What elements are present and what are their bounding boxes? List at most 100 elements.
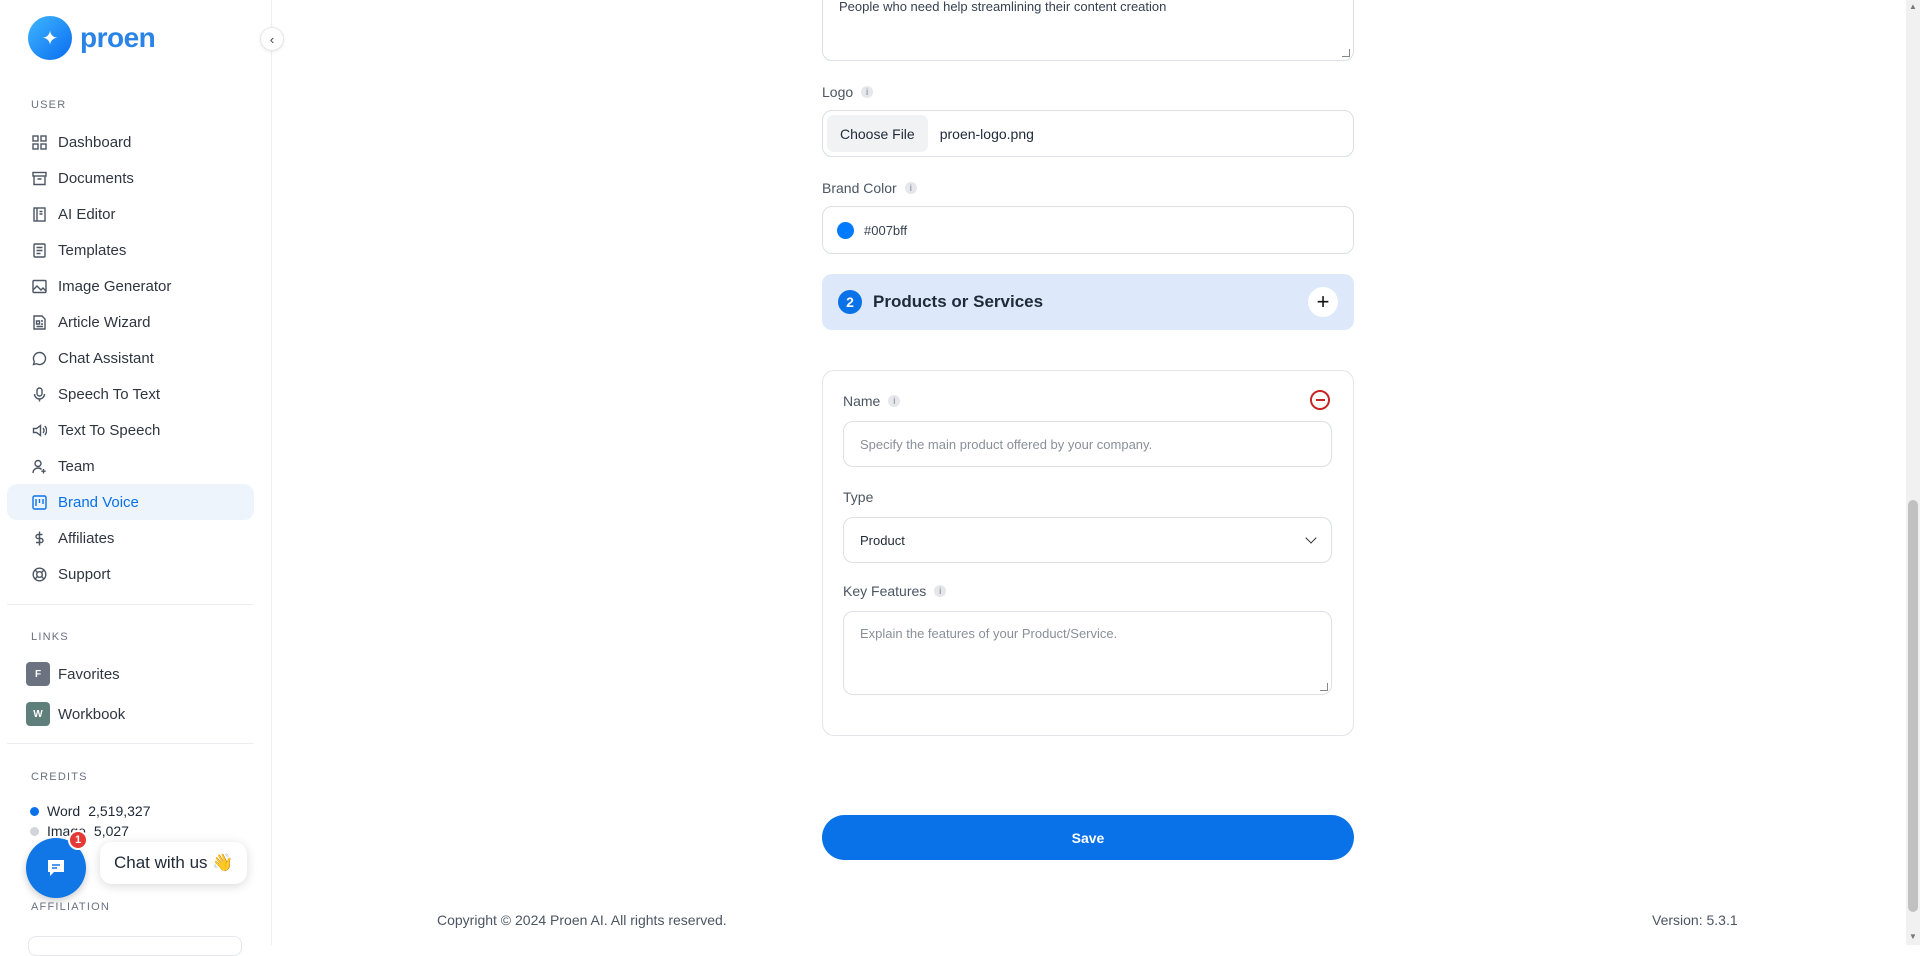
type-value: Product [860,532,905,548]
version: Version: 5.3.1 [1652,912,1738,928]
sidebar-item-label: Affiliates [58,529,115,547]
chat-prompt[interactable]: Chat with us 👋 [100,842,248,884]
chevron-down-icon [1305,532,1317,544]
affiliation-box [28,936,242,956]
sidebar-item-label: Chat Assistant [58,349,154,367]
resize-handle[interactable] [1342,49,1350,57]
plus-icon[interactable]: + [1308,287,1338,317]
info-icon[interactable]: i [904,182,917,194]
sidebar-item-label: Team [58,457,95,475]
user-plus-icon [31,458,48,475]
section-label-links: LINKS [31,631,69,643]
copyright: Copyright © 2024 Proen AI. All rights re… [437,912,727,928]
info-icon[interactable]: i [861,86,874,98]
product-card: Name i Specify the main product offered … [822,370,1354,736]
sidebar-item-dashboard[interactable]: Dashboard [7,124,254,160]
info-icon[interactable]: i [934,585,947,597]
sidebar-item-image-generator[interactable]: Image Generator [7,268,254,304]
favorites-badge: F [26,662,50,686]
choose-file-button[interactable]: Choose File [827,115,928,152]
credit-value: 2,519,327 [88,803,151,819]
sidebar-item-support[interactable]: Support [7,556,254,592]
sidebar-item-label: Documents [58,169,134,187]
brand-color-input[interactable]: #007bff [822,206,1354,254]
sidebar-divider [7,743,254,744]
link-favorites[interactable]: F Favorites [26,662,120,686]
info-icon[interactable]: i [888,395,901,407]
audience-textarea[interactable]: People who need help streamlining their … [822,0,1354,61]
file-name: proen-logo.png [939,125,1034,142]
sidebar-item-affiliates[interactable]: Affiliates [7,520,254,556]
lifebuoy-icon [31,566,48,583]
key-features-label-text: Key Features [843,583,927,599]
speaker-icon [31,422,48,439]
type-select[interactable]: Product [843,517,1332,563]
logo-label: Logo i [822,84,874,100]
sidebar-item-documents[interactable]: Documents [7,160,254,196]
remove-icon[interactable] [1310,390,1330,410]
logo-label-text: Logo [822,84,854,100]
link-workbook[interactable]: W Workbook [26,702,125,726]
color-swatch[interactable] [837,221,854,239]
scroll-up-arrow[interactable]: ▲ [1909,2,1917,11]
name-label-text: Name [843,393,881,409]
microphone-icon [31,386,48,403]
file-text-icon [31,242,48,259]
sidebar-item-label: AI Editor [58,205,116,223]
sidebar-item-label: Text To Speech [58,421,161,439]
name-placeholder: Specify the main product offered by your… [860,436,1153,452]
sidebar-item-brand-voice[interactable]: Brand Voice [7,484,254,520]
sparkle-icon: ✦ [28,16,72,60]
sidebar-item-article-wizard[interactable]: Article Wizard [7,304,254,340]
dollar-icon [31,530,48,547]
archive-icon [31,170,48,187]
article-icon [31,314,48,331]
section-title: Products or Services [873,292,1044,311]
logo[interactable]: ✦ proen [28,16,156,60]
sidebar-item-label: Image Generator [58,277,172,295]
scrollbar-thumb[interactable] [1908,500,1918,912]
section-number: 2 [838,290,862,314]
credit-word: Word 2,519,327 [30,803,151,819]
sidebar-item-chat-assistant[interactable]: Chat Assistant [7,340,254,376]
chevron-left-icon: ‹ [269,31,275,47]
products-services-accordion[interactable]: 2 Products or Services + [822,274,1354,330]
credit-label: Word [47,803,81,819]
brand-color-value: #007bff [864,222,908,238]
audience-value: People who need help streamlining their … [839,0,1167,14]
save-button[interactable]: Save [822,815,1354,860]
type-label-text: Type [843,489,874,505]
sidebar-item-speech-to-text[interactable]: Speech To Text [7,376,254,412]
link-label: Favorites [58,665,120,683]
product-name-input[interactable]: Specify the main product offered by your… [843,421,1332,467]
image-icon [31,278,48,295]
chat-prompt-label: Chat with us 👋 [114,853,234,872]
chat-icon [31,350,48,367]
chat-bubble-icon [48,860,64,876]
name-label: Name i [843,393,901,409]
sidebar-item-label: Support [58,565,111,583]
sidebar-item-templates[interactable]: Templates [7,232,254,268]
key-features-label: Key Features i [843,583,947,599]
credit-value: 5,027 [93,823,129,839]
resize-handle[interactable] [1320,683,1328,691]
workbook-badge: W [26,702,50,726]
sidebar-item-text-to-speech[interactable]: Text To Speech [7,412,254,448]
section-label-affiliation: AFFILIATION [31,901,111,913]
sidebar-item-team[interactable]: Team [7,448,254,484]
section-label-user: USER [31,99,67,111]
section-label-credits: CREDITS [31,771,88,783]
sidebar-collapse-button[interactable]: ‹ [260,27,284,51]
credit-dot [30,826,39,836]
logo-file-input[interactable]: Choose File proen-logo.png [822,110,1354,157]
brand-color-label-text: Brand Color [822,180,897,196]
sidebar-item-ai-editor[interactable]: AI Editor [7,196,254,232]
layout-icon [31,494,48,511]
sidebar-item-label: Dashboard [58,133,132,151]
logo-text: proen [80,22,156,53]
sidebar-nav: Dashboard Documents AI Editor Templates … [7,124,254,592]
sidebar-item-label: Speech To Text [58,385,161,403]
scroll-down-arrow[interactable]: ▼ [1909,932,1917,941]
key-features-textarea[interactable]: Explain the features of your Product/Ser… [843,611,1332,695]
grid-icon [31,134,48,151]
